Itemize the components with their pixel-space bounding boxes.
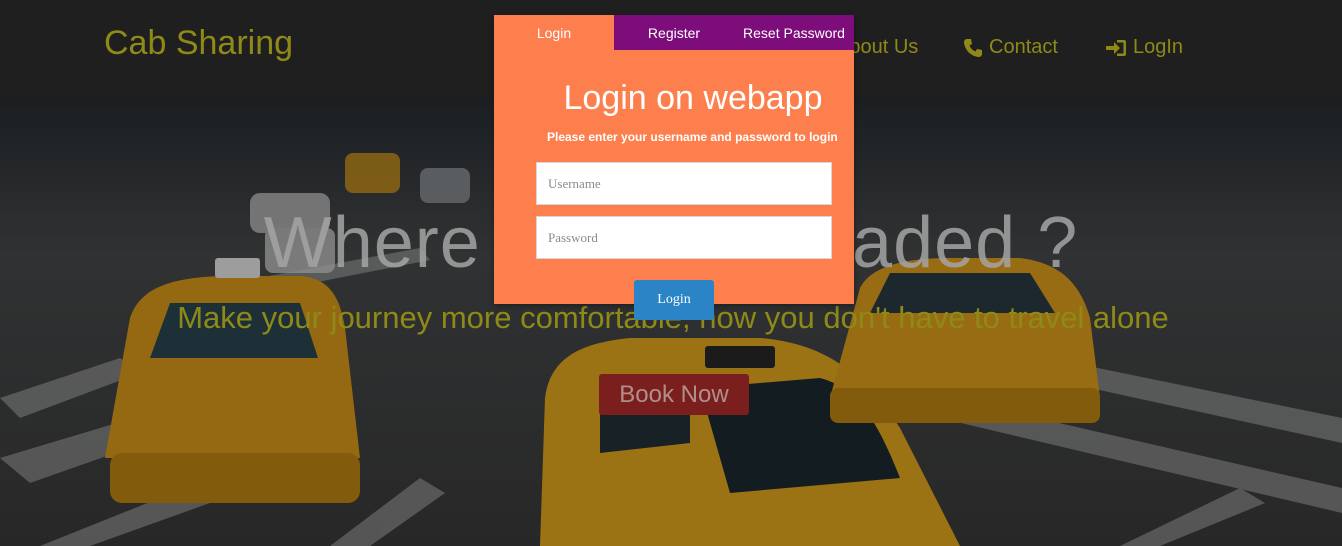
nav-login-label: LogIn	[1133, 36, 1184, 58]
tab-register[interactable]: Register	[614, 15, 734, 50]
nav-login[interactable]: LogIn	[1105, 36, 1183, 59]
nav-contact-label: Contact	[989, 36, 1058, 58]
modal-tabs: Login Register Reset Password	[494, 15, 854, 50]
phone-icon	[963, 38, 983, 58]
login-modal: Login Register Reset Password Login on w…	[494, 15, 854, 320]
username-input[interactable]	[536, 162, 832, 205]
tab-reset-password[interactable]: Reset Password	[734, 15, 854, 50]
page: Cab Sharing About Us Contact LogIn Where…	[0, 0, 1342, 546]
book-now-button[interactable]: Book Now	[599, 374, 749, 415]
tab-login[interactable]: Login	[494, 15, 614, 50]
modal-subtitle: Please enter your username and password …	[547, 130, 838, 144]
modal-title: Login on webapp	[563, 79, 823, 117]
sign-in-icon	[1105, 38, 1127, 58]
login-submit-button[interactable]: Login	[634, 280, 714, 320]
password-input[interactable]	[536, 216, 832, 259]
brand-logo[interactable]: Cab Sharing	[104, 24, 293, 63]
nav-contact[interactable]: Contact	[963, 36, 1058, 59]
